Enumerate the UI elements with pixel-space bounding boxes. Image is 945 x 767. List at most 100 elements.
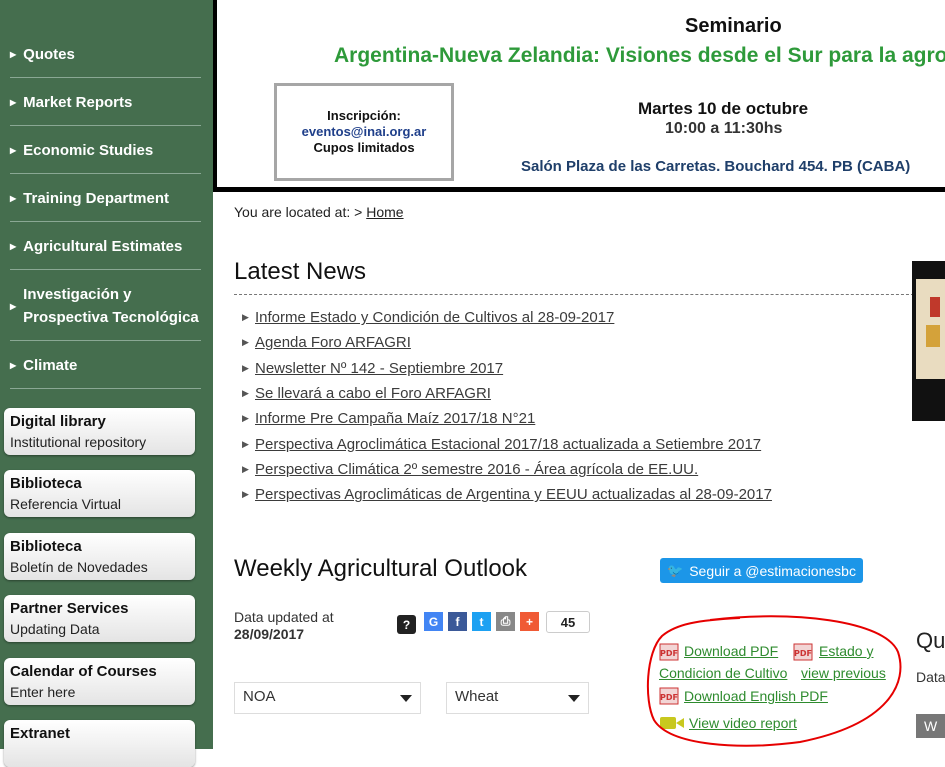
divider [10,388,201,389]
triangle-right-icon: ▶ [242,312,249,323]
button-title: Biblioteca [10,475,82,492]
nav-investigacion[interactable]: ▶ Investigación y Prospectiva Tecnológica [10,283,201,329]
chevron-down-icon [400,695,412,702]
sidebar: ▶ Quotes ▶ Market Reports ▶ Economic Studie… [0,0,213,767]
list-item: ▶ Informe Estado y Condición de Cultivos … [242,305,772,330]
download-english-pdf-link[interactable]: Download English PDF [684,688,828,704]
divider [10,125,201,126]
nav-label: Training Department [23,189,170,207]
breadcrumb-prefix: You are located at: > [234,204,363,220]
news-list: ▶ Informe Estado y Condición de Cultivos … [242,305,772,507]
button-title: Partner Services [10,600,129,617]
news-link[interactable]: Newsletter Nº 142 - Septiembre 2017 [255,360,503,377]
button-title: Biblioteca [10,538,82,555]
button-subtitle: Referencia Virtual [10,496,122,512]
list-item: ▶ Perspectivas Agroclimáticas de Argentin… [242,482,772,507]
news-link[interactable]: Se llevará a cabo el Foro ARFAGRI [255,385,491,402]
weekly-outlook-heading: Weekly Agricultural Outlook [234,555,528,582]
news-link[interactable]: Agenda Foro ARFAGRI [255,334,411,351]
divider [10,77,201,78]
crop-select[interactable]: Wheat [446,682,589,714]
divider [10,173,201,174]
nav-label: Investigación y Prospectiva Tecnológica [23,283,199,329]
list-item: ▶ Perspectiva Agroclimática Estacional 20… [242,431,772,456]
condicion-cultivo-link[interactable]: Condicion de Cultivo [659,665,787,681]
estado-link[interactable]: Estado y [819,643,873,659]
partner-services-button[interactable]: Partner Services Updating Data [4,595,195,642]
print-icon[interactable]: ⎙ [496,612,515,631]
news-link[interactable]: Perspectiva Climática 2º semestre 2016 -… [255,461,698,478]
triangle-right-icon: ▶ [242,438,249,449]
nav-label: Economic Studies [23,141,154,159]
triangle-right-icon: ▶ [242,489,249,500]
view-video-report-link[interactable]: View video report [689,715,797,731]
pdf-icon: PDF [659,687,679,705]
triangle-right-icon: ▶ [10,360,17,370]
nav-climate[interactable]: ▶ Climate [10,354,201,376]
divider [10,221,201,222]
banner-subtitle: Argentina-Nueva Zelandia: Visiones desde… [334,44,945,67]
registration-box: Inscripción: eventos@inai.org.ar Cupos l… [274,83,454,181]
nav-agricultural-estimates[interactable]: ▶ Agricultural Estimates [10,235,201,257]
news-link[interactable]: Perspectiva Agroclimática Estacional 201… [255,436,761,453]
button-subtitle: Boletín de Novedades [10,559,148,575]
nav-label: Agricultural Estimates [23,237,183,255]
region-select[interactable]: NOA [234,682,421,714]
registration-label: Inscripción: [327,108,401,123]
registration-note: Cupos limitados [313,140,415,155]
triangle-right-icon: ▶ [242,388,249,399]
triangle-right-icon: ▶ [10,97,17,107]
side-image[interactable] [912,261,945,421]
nav-training-department[interactable]: ▶ Training Department [10,187,201,209]
calendar-of-courses-button[interactable]: Calendar of Courses Enter here [4,658,195,705]
list-item: ▶ Perspectiva Climática 2º semestre 2016 … [242,457,772,482]
divider [10,269,201,270]
pdf-icon: PDF [793,643,813,661]
button-subtitle: Enter here [10,684,76,700]
triangle-right-icon: ▶ [242,362,249,373]
twitter-share-icon[interactable]: t [472,612,491,631]
extranet-button[interactable]: Extranet [4,720,195,767]
banner-time: 10:00 a 11:30hs [665,120,783,137]
right-button-fragment[interactable]: W [916,714,945,738]
twitter-follow-button[interactable]: 🐦 Seguir a @estimacionesbc [660,558,863,583]
svg-text:PDF: PDF [794,649,812,658]
chevron-down-icon [568,695,580,702]
button-subtitle: Updating Data [10,621,100,637]
breadcrumb-home-link[interactable]: Home [366,204,403,220]
help-icon[interactable]: ? [397,615,416,634]
nav-quotes[interactable]: ▶ Quotes [10,43,201,65]
nav-label-line: Investigación y [23,286,132,303]
latest-news-heading: Latest News [234,258,367,285]
triangle-right-icon: ▶ [10,49,17,59]
view-previous-link[interactable]: view previous [801,665,886,681]
updated-label: Data updated at [234,609,334,625]
list-item: ▶ Se llevará a cabo el Foro ARFAGRI [242,381,772,406]
seminar-banner[interactable]: Seminario Argentina-Nueva Zelandia: Visi… [213,0,945,192]
map-region-shape [926,325,940,347]
facebook-share-icon[interactable]: f [448,612,467,631]
button-subtitle: Institutional repository [10,434,147,450]
digital-library-button[interactable]: Digital library Institutional repository [4,408,195,455]
video-camera-icon [660,717,684,729]
triangle-right-icon: ▶ [10,241,17,251]
news-link[interactable]: Perspectivas Agroclimáticas de Argentina… [255,486,772,503]
biblioteca-referencia-button[interactable]: Biblioteca Referencia Virtual [4,470,195,517]
nav-market-reports[interactable]: ▶ Market Reports [10,91,201,113]
download-pdf-link[interactable]: Download PDF [684,643,778,659]
nav-label: Climate [23,356,78,374]
twitter-icon: 🐦 [667,562,684,578]
news-link[interactable]: Informe Pre Campaña Maíz 2017/18 N°21 [255,410,535,427]
button-title: Calendar of Courses [10,663,157,680]
addthis-plus-icon[interactable]: + [520,612,539,631]
nav-economic-studies[interactable]: ▶ Economic Studies [10,139,201,161]
triangle-right-icon: ▶ [242,337,249,348]
updated-date: 28/09/2017 [234,626,305,642]
google-share-icon[interactable]: G [424,612,443,631]
triangle-right-icon: ▶ [242,463,249,474]
list-item: ▶ Newsletter Nº 142 - Septiembre 2017 [242,356,772,381]
biblioteca-novedades-button[interactable]: Biblioteca Boletín de Novedades [4,533,195,580]
news-link[interactable]: Informe Estado y Condición de Cultivos a… [255,309,614,326]
nav-label: Market Reports [23,93,133,111]
banner-date: Martes 10 de octubre [638,99,809,118]
